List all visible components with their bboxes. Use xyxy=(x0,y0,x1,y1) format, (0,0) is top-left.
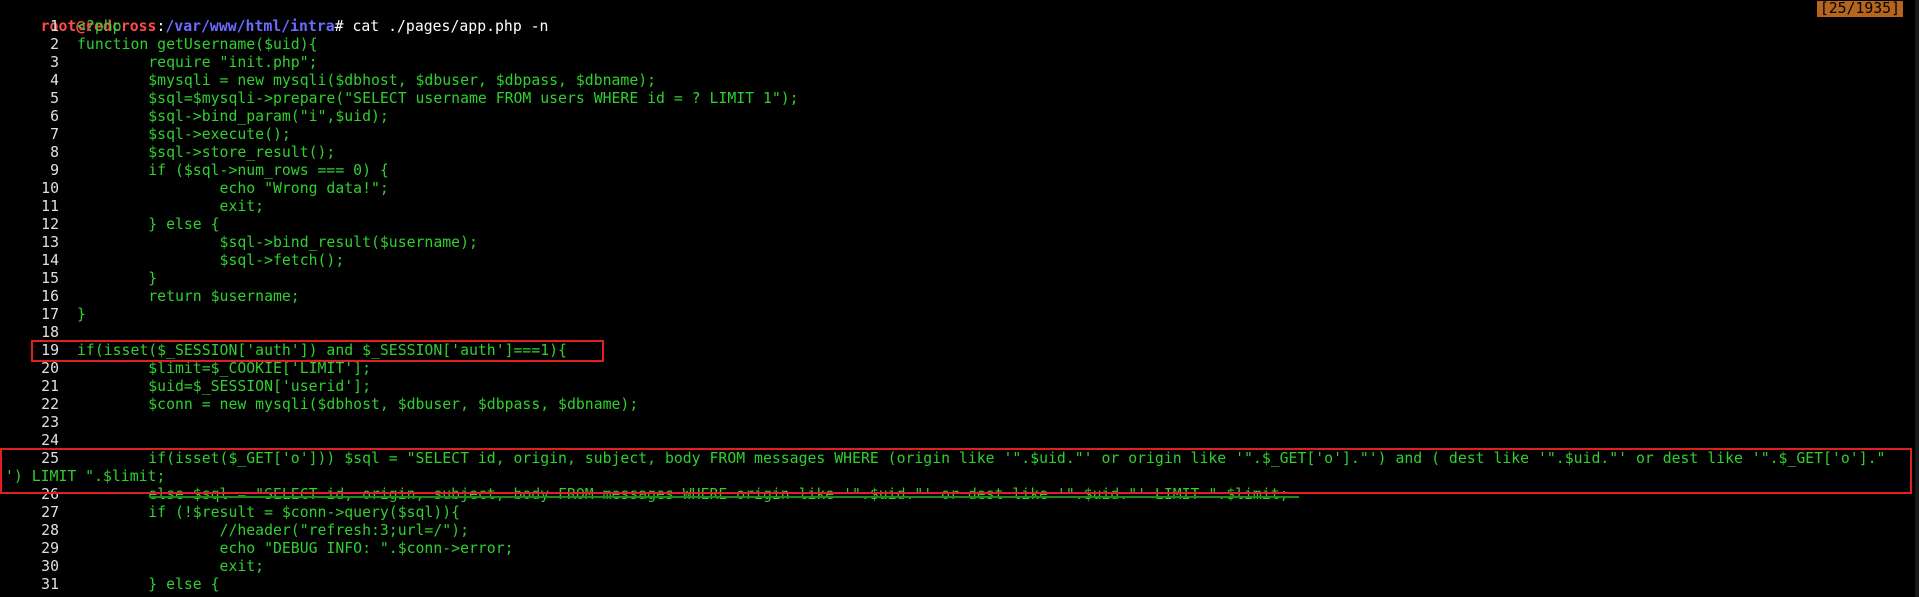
line-text: //header("refresh:3;url=/"); xyxy=(77,522,469,539)
scrollbar[interactable] xyxy=(1915,0,1919,597)
line-number: 4 xyxy=(50,72,59,89)
line-text: if (!$result = $conn->query($sql)){ xyxy=(77,504,461,521)
line-text: function getUsername($uid){ xyxy=(77,36,318,53)
code-line: 6 $sql->bind_param("i",$uid); xyxy=(0,108,1912,126)
line-text: $mysqli = new mysqli($dbhost, $dbuser, $… xyxy=(77,72,657,89)
line-text: exit; xyxy=(77,198,265,215)
line-number: 12 xyxy=(41,216,59,233)
code-line: 5 $sql=$mysqli->prepare("SELECT username… xyxy=(0,90,1912,108)
line-number: 5 xyxy=(50,90,59,107)
line-number: 2 xyxy=(50,36,59,53)
code-line: 21 $uid=$_SESSION['userid']; xyxy=(0,378,1912,396)
line-text: $uid=$_SESSION['userid']; xyxy=(77,378,371,395)
line-number: 27 xyxy=(41,504,59,521)
line-text: $limit=$_COOKIE['LIMIT']; xyxy=(77,360,371,377)
highlight-box-edge xyxy=(149,496,1299,498)
code-line: 16 return $username; xyxy=(0,288,1912,306)
code-line: 4 $mysqli = new mysqli($dbhost, $dbuser,… xyxy=(0,72,1912,90)
line-text: } else { xyxy=(77,216,220,233)
line-text: <?php xyxy=(77,18,122,35)
code-line: 13 $sql->bind_result($username); xyxy=(0,234,1912,252)
line-text: echo "Wrong data!"; xyxy=(77,180,389,197)
line-number: 13 xyxy=(41,234,59,251)
line-text: return $username; xyxy=(77,288,300,305)
code-line: 20 $limit=$_COOKIE['LIMIT']; xyxy=(0,360,1912,378)
code-line: 10 echo "Wrong data!"; xyxy=(0,180,1912,198)
prompt-line: root@redcross:/var/www/html/intra# cat .… xyxy=(5,0,549,35)
code-line: 29 echo "DEBUG INFO: ".$conn->error; xyxy=(0,540,1912,558)
line-number: 1 xyxy=(50,18,59,35)
code-line: 9 if ($sql->num_rows === 0) { xyxy=(0,162,1912,180)
line-number: 6 xyxy=(50,108,59,125)
line-text: $sql->execute(); xyxy=(77,126,291,143)
code-line: 15 } xyxy=(0,270,1912,288)
line-number: 28 xyxy=(41,522,59,539)
code-line: 1 <?php xyxy=(0,18,1912,36)
code-line: 14 $sql->fetch(); xyxy=(0,252,1912,270)
line-text: require "init.php"; xyxy=(77,54,318,71)
line-number: 11 xyxy=(41,198,59,215)
line-number: 29 xyxy=(41,540,59,557)
line-text: $sql=$mysqli->prepare("SELECT username F… xyxy=(77,90,799,107)
line-number: 23 xyxy=(41,414,59,431)
code-line: 28 //header("refresh:3;url=/"); xyxy=(0,522,1912,540)
highlight-box-line-25 xyxy=(0,448,1912,494)
highlight-box-line-19 xyxy=(31,340,604,362)
line-number: 7 xyxy=(50,126,59,143)
code-line: 22 $conn = new mysqli($dbhost, $dbuser, … xyxy=(0,396,1912,414)
scroll-position-badge: [25/1935] xyxy=(1816,1,1903,17)
line-number: 3 xyxy=(50,54,59,71)
line-number: 10 xyxy=(41,180,59,197)
line-number: 20 xyxy=(41,360,59,377)
line-text: } else { xyxy=(77,576,220,593)
line-text: $conn = new mysqli($dbhost, $dbuser, $db… xyxy=(77,396,639,413)
line-number: 17 xyxy=(41,306,59,323)
line-number: 16 xyxy=(41,288,59,305)
line-text: if ($sql->num_rows === 0) { xyxy=(77,162,389,179)
code-line: 12 } else { xyxy=(0,216,1912,234)
code-line: 27 if (!$result = $conn->query($sql)){ xyxy=(0,504,1912,522)
line-text: $sql->fetch(); xyxy=(77,252,345,269)
line-text: $sql->store_result(); xyxy=(77,144,336,161)
line-number: 15 xyxy=(41,270,59,287)
code-line: 23 xyxy=(0,414,1912,432)
code-line: 8 $sql->store_result(); xyxy=(0,144,1912,162)
line-text: exit; xyxy=(77,558,265,575)
line-number: 8 xyxy=(50,144,59,161)
code-line: 2 function getUsername($uid){ xyxy=(0,36,1912,54)
line-text: $sql->bind_result($username); xyxy=(77,234,478,251)
line-text: echo "DEBUG INFO: ".$conn->error; xyxy=(77,540,514,557)
line-number: 21 xyxy=(41,378,59,395)
line-text: } xyxy=(77,270,158,287)
code-line: 30 exit; xyxy=(0,558,1912,576)
line-number: 14 xyxy=(41,252,59,269)
code-line: 11 exit; xyxy=(0,198,1912,216)
code-line: 7 $sql->execute(); xyxy=(0,126,1912,144)
line-number: 22 xyxy=(41,396,59,413)
terminal-window[interactable]: root@redcross:/var/www/html/intra# cat .… xyxy=(0,0,1919,597)
code-line: 31 } else { xyxy=(0,576,1912,594)
code-line: 17} xyxy=(0,306,1912,324)
code-line: 3 require "init.php"; xyxy=(0,54,1912,72)
line-number: 31 xyxy=(41,576,59,593)
line-number: 9 xyxy=(50,162,59,179)
line-number: 30 xyxy=(41,558,59,575)
line-text: $sql->bind_param("i",$uid); xyxy=(77,108,389,125)
line-text: } xyxy=(77,306,86,323)
